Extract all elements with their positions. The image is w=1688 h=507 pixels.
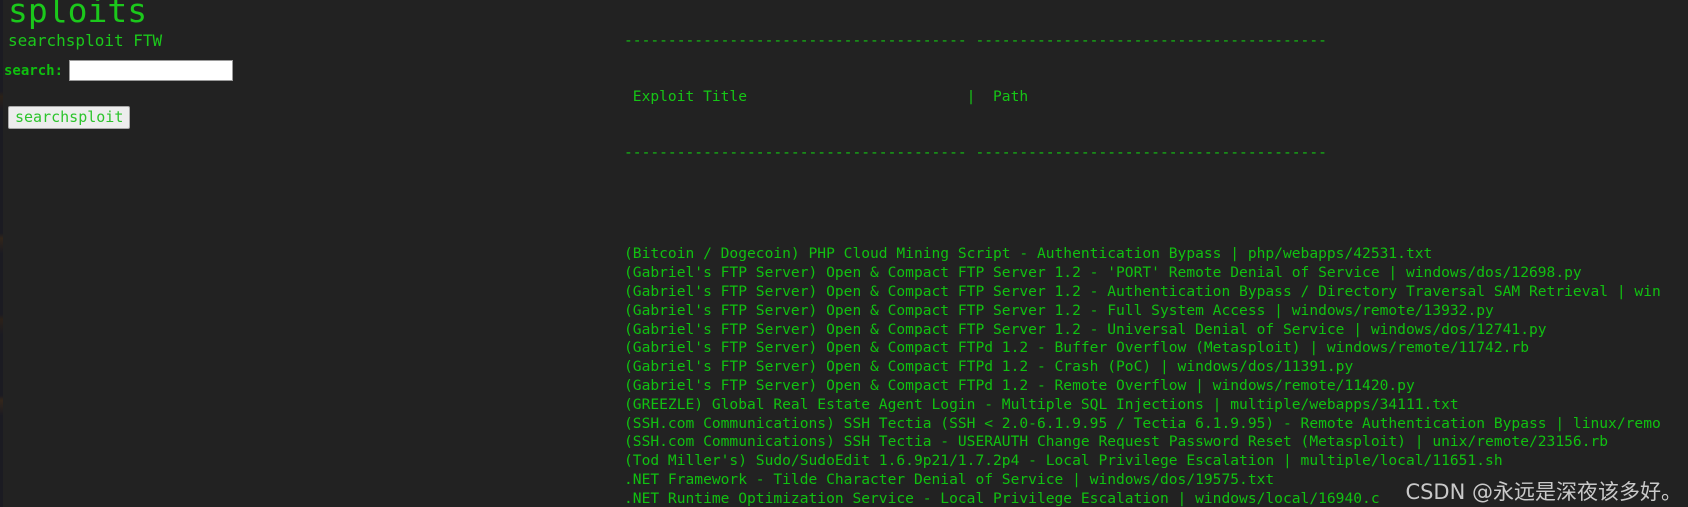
exploit-row: .NET Runtime Optimization Service - Loca… xyxy=(624,489,1380,507)
exploit-row: (Gabriel's FTP Server) Open & Compact FT… xyxy=(624,376,1415,394)
exploit-row: (Gabriel's FTP Server) Open & Compact FT… xyxy=(624,301,1494,319)
exploit-row: (SSH.com Communications) SSH Tectia - US… xyxy=(624,433,1609,451)
page-title: sploits xyxy=(8,0,148,30)
exploit-row: (Gabriel's FTP Server) Open & Compact FT… xyxy=(624,339,1529,357)
exploit-row: (Gabriel's FTP Server) Open & Compact FT… xyxy=(624,264,1582,282)
searchsploit-submit-button[interactable]: searchsploit xyxy=(8,106,131,129)
adjacent-window-sliver xyxy=(0,0,3,507)
exploit-row: (Gabriel's FTP Server) Open & Compact FT… xyxy=(624,358,1354,376)
exploit-row: (Gabriel's FTP Server) Open & Compact FT… xyxy=(624,282,1661,300)
exploit-results-pane[interactable]: --------------------------------------- … xyxy=(624,0,1688,507)
exploit-row: (Bitcoin / Dogecoin) PHP Cloud Mining Sc… xyxy=(624,245,1433,263)
exploit-row: (Gabriel's FTP Server) Open & Compact FT… xyxy=(624,320,1547,338)
exploit-row: .NET Framework - Tilde Character Denial … xyxy=(624,470,1275,488)
results-column-headers: Exploit Title | Path xyxy=(624,87,1029,105)
search-row: search: xyxy=(4,60,234,81)
exploit-row-list: (Bitcoin / Dogecoin) PHP Cloud Mining Sc… xyxy=(624,245,1661,507)
exploit-results-text: --------------------------------------- … xyxy=(624,0,1661,507)
exploit-row: (Tod Miller's) Sudo/SudoEdit 1.6.9p21/1.… xyxy=(624,452,1503,470)
page-tagline: searchsploit FTW xyxy=(8,31,163,50)
search-input[interactable] xyxy=(69,60,234,81)
exploit-row: (SSH.com Communications) SSH Tectia (SSH… xyxy=(624,414,1661,432)
results-bottom-rule: --------------------------------------- … xyxy=(624,144,1327,162)
results-spacer xyxy=(624,201,1661,208)
exploit-row: (GREEZLE) Global Real Estate Agent Login… xyxy=(624,395,1459,413)
search-label: search: xyxy=(4,62,64,79)
search-form-pane: sploits searchsploit FTW search: searchs… xyxy=(4,0,624,507)
results-top-rule: --------------------------------------- … xyxy=(624,31,1327,49)
